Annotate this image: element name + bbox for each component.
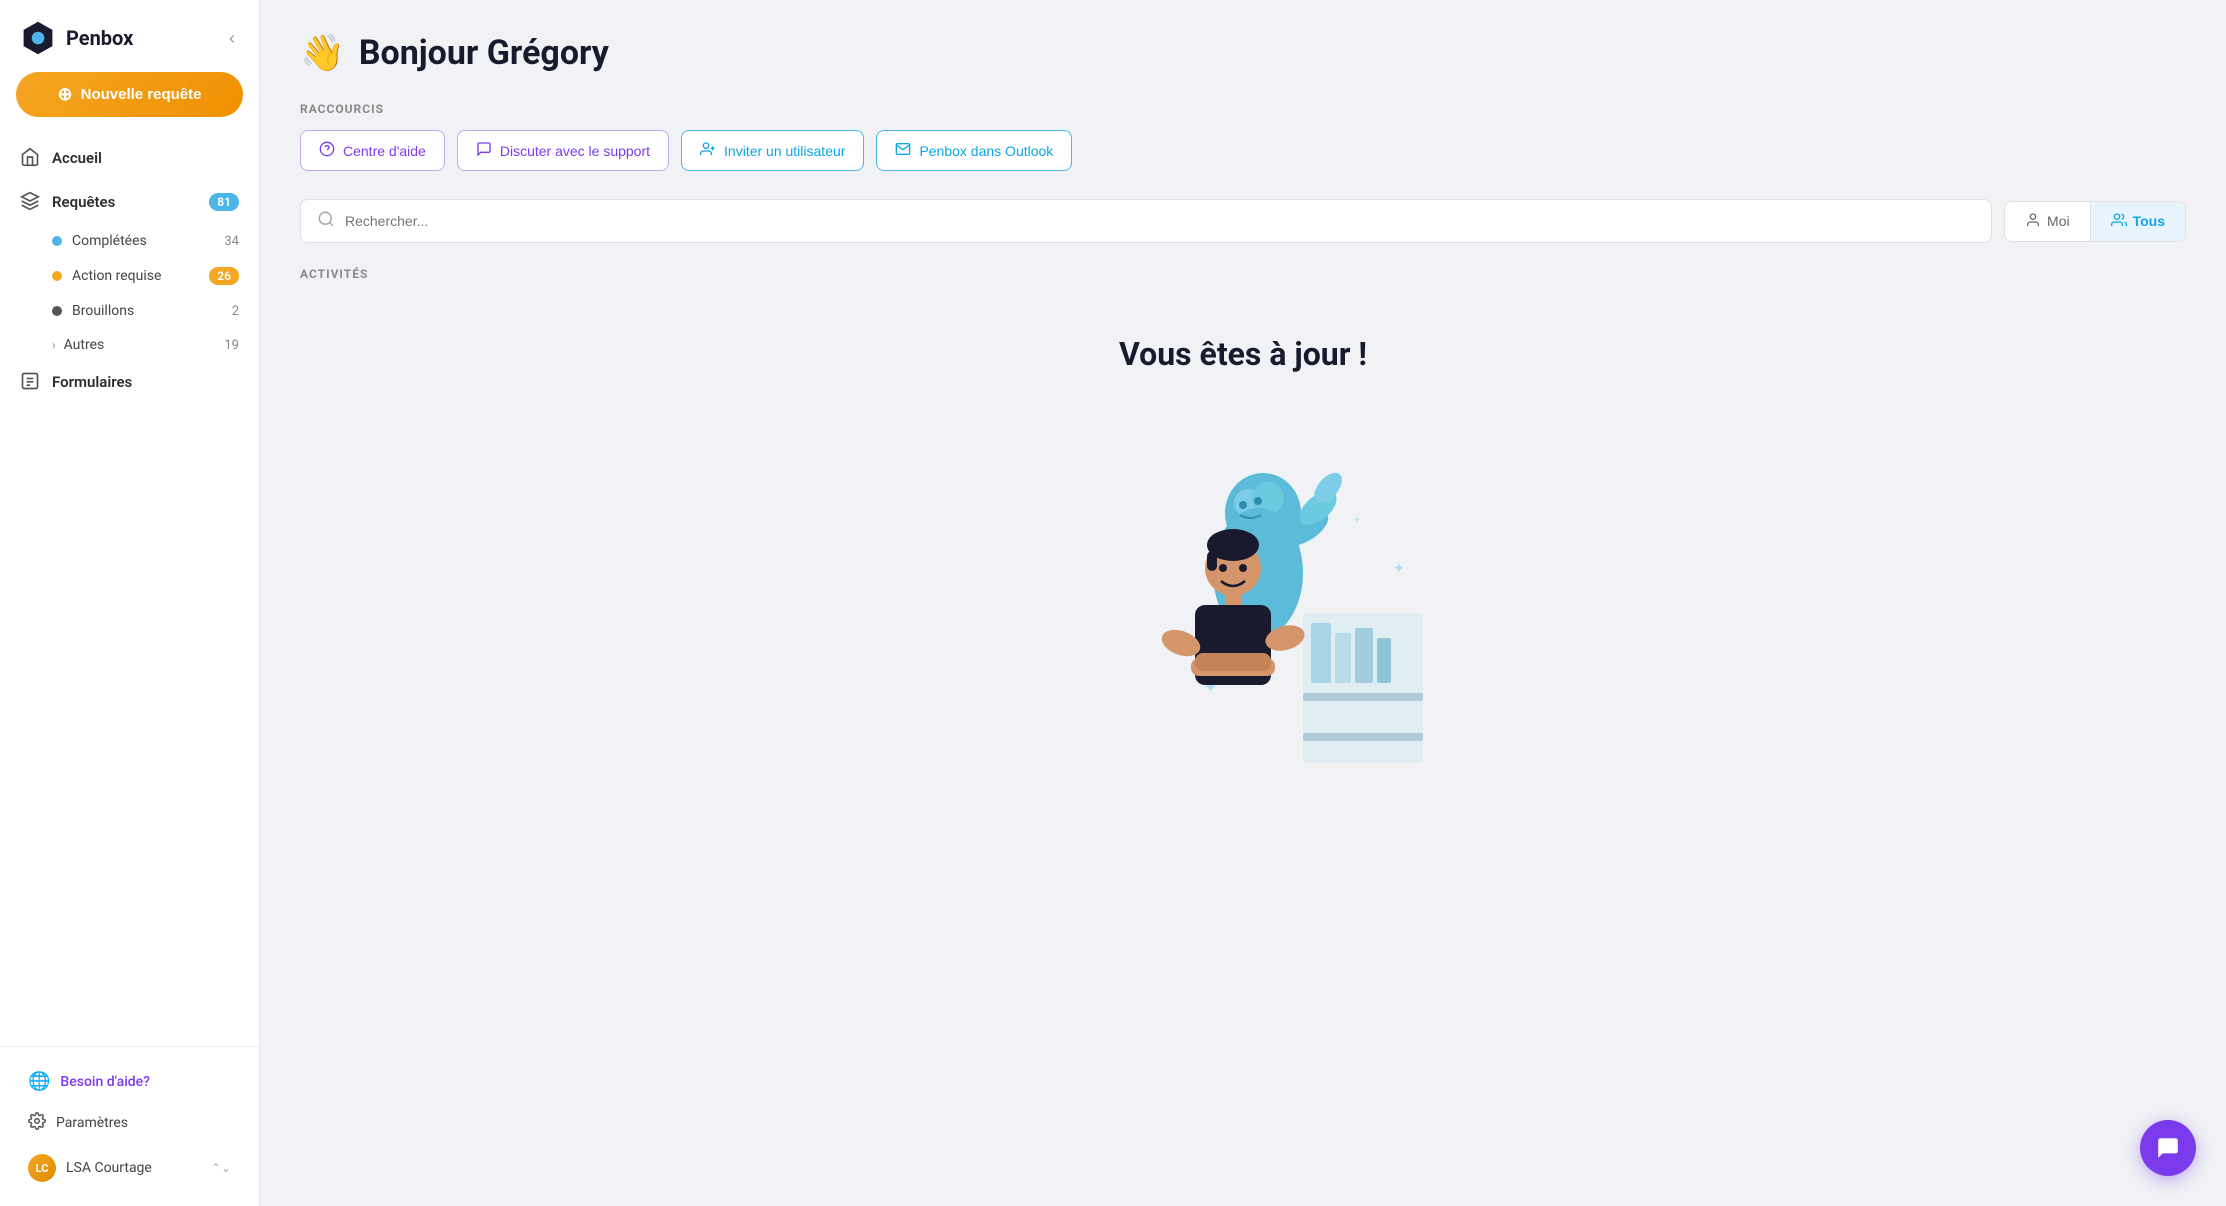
brouillons-label: Brouillons — [72, 303, 232, 319]
user-name: LSA Courtage — [66, 1160, 201, 1176]
illustration-container: ✦ ✦ ✦ ✦ — [300, 413, 2186, 793]
action-requise-dot — [52, 271, 62, 281]
group-icon — [2111, 212, 2127, 231]
formulaires-label: Formulaires — [52, 373, 239, 391]
sidebar-header: Penbox ‹ — [0, 0, 259, 72]
up-to-date-text: Vous êtes à jour ! — [300, 335, 2186, 373]
autres-count: 19 — [224, 338, 239, 353]
activities-label: ACTIVITÉS — [300, 267, 2186, 281]
shortcut-help-center[interactable]: Centre d'aide — [300, 130, 445, 171]
shortcuts-row: Centre d'aide Discuter avec le support I… — [300, 130, 2186, 171]
user-chevron-icon: ⌃⌄ — [211, 1161, 231, 1175]
layers-icon — [20, 191, 42, 213]
new-request-label: Nouvelle requête — [81, 86, 202, 103]
sidebar-item-action-requise[interactable]: Action requise 26 — [8, 259, 251, 293]
shortcut-outlook[interactable]: Penbox dans Outlook — [876, 130, 1072, 171]
shortcut-invite-user[interactable]: Inviter un utilisateur — [681, 130, 864, 171]
shortcut-chat-support[interactable]: Discuter avec le support — [457, 130, 669, 171]
sidebar-footer: 🌐 Besoin d'aide? Paramètres LC LSA Court… — [0, 1046, 259, 1206]
filter-tous-button[interactable]: Tous — [2091, 202, 2185, 241]
logo-area: Penbox — [20, 20, 133, 56]
sidebar-item-requetes[interactable]: Requêtes 81 — [8, 181, 251, 223]
brouillons-dot — [52, 306, 62, 316]
nav-section: Accueil Requêtes 81 Complétées 34 Action… — [0, 137, 259, 1046]
filter-moi-label: Moi — [2047, 213, 2070, 229]
help-center-icon — [319, 141, 335, 160]
activities-section: Vous êtes à jour ! ✦ ✦ ✦ ✦ — [300, 295, 2186, 833]
sidebar-item-autres[interactable]: › Autres 19 — [8, 329, 251, 361]
help-label: Besoin d'aide? — [60, 1074, 150, 1090]
shortcuts-label: RACCOURCIS — [300, 102, 2186, 116]
greeting-emoji: 👋 — [300, 32, 345, 74]
chevron-right-icon: › — [52, 338, 56, 352]
sidebar-item-accueil[interactable]: Accueil — [8, 137, 251, 179]
filter-toggle: Moi Tous — [2004, 201, 2186, 242]
new-request-button[interactable]: ⊕ Nouvelle requête — [16, 72, 243, 117]
file-icon — [20, 371, 42, 393]
sidebar: Penbox ‹ ⊕ Nouvelle requête Accueil — [0, 0, 260, 1206]
user-avatar: LC — [28, 1154, 56, 1182]
settings-icon — [28, 1112, 46, 1134]
collapse-button[interactable]: ‹ — [225, 24, 239, 53]
autres-label: Autres — [64, 337, 225, 353]
filter-moi-button[interactable]: Moi — [2005, 202, 2090, 241]
greeting-text: Bonjour Grégory — [359, 33, 609, 73]
outlook-icon — [895, 141, 911, 160]
home-icon — [20, 147, 42, 169]
completees-label: Complétées — [72, 233, 224, 249]
outlook-label: Penbox dans Outlook — [919, 143, 1053, 159]
completees-count: 34 — [224, 234, 239, 249]
search-filter-row: Moi Tous — [300, 199, 2186, 243]
completees-dot — [52, 236, 62, 246]
settings-label: Paramètres — [56, 1115, 128, 1131]
chat-support-label: Discuter avec le support — [500, 143, 650, 159]
svg-text:✦: ✦ — [1393, 561, 1405, 577]
settings-item[interactable]: Paramètres — [16, 1104, 243, 1142]
chat-support-icon — [476, 141, 492, 160]
chat-bubble-button[interactable] — [2140, 1120, 2196, 1176]
filter-tous-label: Tous — [2133, 213, 2165, 229]
accueil-label: Accueil — [52, 149, 239, 167]
main-content: 👋 Bonjour Grégory RACCOURCIS Centre d'ai… — [260, 0, 2226, 1206]
svg-text:✦: ✦ — [1353, 515, 1361, 526]
sidebar-item-completees[interactable]: Complétées 34 — [8, 225, 251, 257]
invite-user-label: Inviter un utilisateur — [724, 143, 845, 159]
invite-user-icon — [700, 141, 716, 160]
search-icon — [317, 210, 335, 232]
help-center-label: Centre d'aide — [343, 143, 426, 159]
help-link[interactable]: 🌐 Besoin d'aide? — [16, 1063, 243, 1100]
user-item[interactable]: LC LSA Courtage ⌃⌄ — [16, 1146, 243, 1190]
sidebar-item-formulaires[interactable]: Formulaires — [8, 361, 251, 403]
chat-bubble-icon — [2155, 1135, 2181, 1161]
sidebar-item-brouillons[interactable]: Brouillons 2 — [8, 295, 251, 327]
search-input[interactable] — [345, 213, 1975, 229]
search-box — [300, 199, 1992, 243]
page-title: 👋 Bonjour Grégory — [300, 32, 2186, 74]
person-icon — [2025, 212, 2041, 231]
up-to-date-illustration: ✦ ✦ ✦ ✦ — [1033, 413, 1453, 793]
requetes-badge: 81 — [209, 193, 239, 211]
logo-text: Penbox — [66, 26, 133, 50]
plus-icon: ⊕ — [58, 84, 73, 105]
brouillons-count: 2 — [232, 304, 239, 319]
requetes-label: Requêtes — [52, 193, 209, 211]
help-icon: 🌐 — [28, 1071, 50, 1092]
action-requise-label: Action requise — [72, 268, 209, 284]
penbox-logo-icon — [20, 20, 56, 56]
action-requise-badge: 26 — [209, 267, 239, 285]
